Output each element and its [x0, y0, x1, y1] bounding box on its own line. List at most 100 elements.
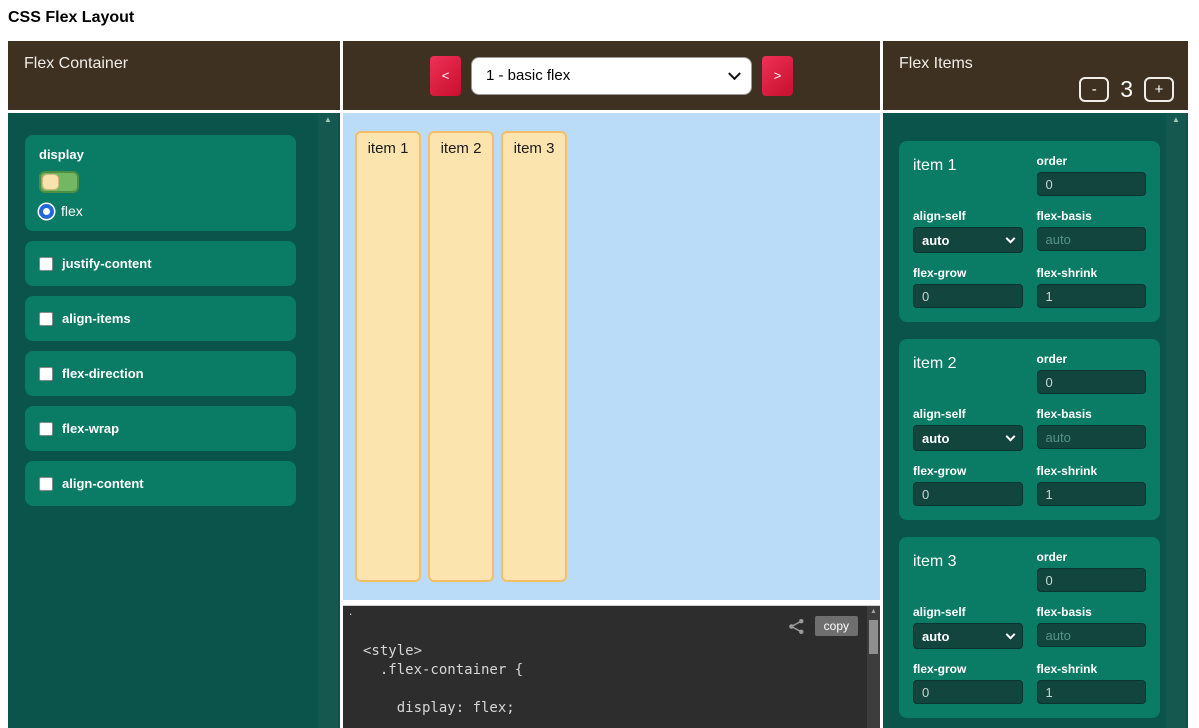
- order-field: order: [1037, 154, 1147, 196]
- flex-radio[interactable]: [39, 204, 54, 219]
- align-self-field: align-self auto: [913, 605, 1023, 649]
- property-checkbox[interactable]: [39, 257, 53, 271]
- code-panel: . copy <style> .flex-container { display…: [343, 605, 880, 728]
- flex-shrink-input[interactable]: [1037, 482, 1147, 506]
- property-label: align-content: [62, 476, 144, 491]
- property-label: flex-direction: [62, 366, 144, 381]
- align-self-label: align-self: [913, 605, 1023, 619]
- flex-items-panel-body: item 1 order align-self auto flex-basis …: [883, 113, 1188, 728]
- order-field: order: [1037, 550, 1147, 592]
- scroll-up-icon[interactable]: ▲: [318, 113, 338, 127]
- align-self-select[interactable]: auto: [913, 227, 1023, 253]
- flex-container-panel-body: display flex justify-content align-items…: [8, 113, 340, 728]
- share-icon[interactable]: [788, 618, 805, 635]
- order-label: order: [1037, 352, 1147, 366]
- flex-container-panel: Flex Container display flex justify-cont…: [8, 41, 340, 728]
- flex-grow-input[interactable]: [913, 680, 1023, 704]
- flex-items-header: Flex Items - 3 +: [883, 41, 1188, 110]
- property-card: flex-wrap: [25, 406, 296, 451]
- flex-basis-input[interactable]: [1037, 227, 1147, 251]
- property-card: align-items: [25, 296, 296, 341]
- flex-grow-input[interactable]: [913, 284, 1023, 308]
- align-self-label: align-self: [913, 407, 1023, 421]
- next-example-button[interactable]: >: [762, 56, 793, 96]
- flex-basis-label: flex-basis: [1037, 407, 1147, 421]
- order-label: order: [1037, 550, 1147, 564]
- code-block: <style> .flex-container { display: flex;: [363, 642, 860, 718]
- flex-shrink-field: flex-shrink: [1037, 662, 1147, 704]
- align-self-select[interactable]: auto: [913, 425, 1023, 451]
- flex-grow-label: flex-grow: [913, 266, 1023, 280]
- right-panel-scrollbar[interactable]: ▲: [1166, 113, 1186, 728]
- flex-shrink-field: flex-shrink: [1037, 464, 1147, 506]
- property-card: justify-content: [25, 241, 296, 286]
- code-scrollbar[interactable]: ▲: [867, 606, 880, 728]
- flex-item-card-title: item 1: [913, 154, 1023, 196]
- code-dot: .: [349, 605, 352, 618]
- scroll-up-icon[interactable]: ▲: [1166, 113, 1186, 127]
- flex-shrink-label: flex-shrink: [1037, 266, 1147, 280]
- order-input[interactable]: [1037, 370, 1147, 394]
- display-toggle-knob: [42, 174, 59, 190]
- property-card: align-content: [25, 461, 296, 506]
- display-toggle[interactable]: [39, 171, 79, 193]
- flex-item-card: item 3 order align-self auto flex-basis …: [899, 537, 1160, 718]
- flex-basis-field: flex-basis: [1037, 407, 1147, 451]
- container-properties: justify-content align-items flex-directi…: [25, 241, 296, 506]
- stage-flex-item: item 3: [501, 131, 567, 582]
- align-self-select[interactable]: auto: [913, 623, 1023, 649]
- flex-grow-label: flex-grow: [913, 464, 1023, 478]
- property-checkbox[interactable]: [39, 477, 53, 491]
- example-select[interactable]: 1 - basic flex: [471, 57, 752, 95]
- left-panel-scrollbar[interactable]: ▲: [318, 113, 338, 728]
- flex-shrink-label: flex-shrink: [1037, 464, 1147, 478]
- align-self-field: align-self auto: [913, 209, 1023, 253]
- flex-shrink-input[interactable]: [1037, 680, 1147, 704]
- flex-radio-label: flex: [61, 203, 83, 219]
- flex-basis-input[interactable]: [1037, 425, 1147, 449]
- flex-basis-input[interactable]: [1037, 623, 1147, 647]
- display-card: display flex: [25, 135, 296, 231]
- property-label: justify-content: [62, 256, 152, 271]
- flex-container-panel-title: Flex Container: [8, 41, 340, 110]
- flex-basis-label: flex-basis: [1037, 209, 1147, 223]
- flex-shrink-input[interactable]: [1037, 284, 1147, 308]
- flex-items-panel-title: Flex Items: [899, 55, 973, 72]
- flex-grow-label: flex-grow: [913, 662, 1023, 676]
- order-input[interactable]: [1037, 172, 1147, 196]
- remove-item-button[interactable]: -: [1079, 77, 1109, 102]
- display-label: display: [39, 147, 282, 162]
- order-label: order: [1037, 154, 1147, 168]
- code-scroll-up-icon[interactable]: ▲: [867, 606, 880, 618]
- flex-grow-field: flex-grow: [913, 464, 1023, 506]
- flex-grow-input[interactable]: [913, 482, 1023, 506]
- code-scroll-thumb[interactable]: [869, 620, 878, 654]
- flex-grow-field: flex-grow: [913, 266, 1023, 308]
- flex-demo-stage: item 1item 2item 3: [343, 113, 880, 600]
- property-checkbox[interactable]: [39, 312, 53, 326]
- order-field: order: [1037, 352, 1147, 394]
- stage-flex-item: item 2: [428, 131, 494, 582]
- flex-items-panel: Flex Items - 3 + item 1 order align-self…: [883, 41, 1188, 728]
- stage-flex-item: item 1: [355, 131, 421, 582]
- flex-item-card: item 1 order align-self auto flex-basis …: [899, 141, 1160, 322]
- property-label: align-items: [62, 311, 131, 326]
- property-checkbox[interactable]: [39, 367, 53, 381]
- align-self-field: align-self auto: [913, 407, 1023, 451]
- flex-shrink-label: flex-shrink: [1037, 662, 1147, 676]
- copy-button[interactable]: copy: [815, 616, 858, 636]
- property-label: flex-wrap: [62, 421, 119, 436]
- property-card: flex-direction: [25, 351, 296, 396]
- order-input[interactable]: [1037, 568, 1147, 592]
- demo-header: < 1 - basic flex >: [343, 41, 880, 110]
- flex-basis-field: flex-basis: [1037, 605, 1147, 649]
- add-item-button[interactable]: +: [1144, 77, 1174, 102]
- flex-item-card-title: item 3: [913, 550, 1023, 592]
- page-title: CSS Flex Layout: [8, 9, 134, 27]
- flex-basis-label: flex-basis: [1037, 605, 1147, 619]
- align-self-label: align-self: [913, 209, 1023, 223]
- flex-item-card-title: item 2: [913, 352, 1023, 394]
- item-count: 3: [1120, 76, 1133, 103]
- property-checkbox[interactable]: [39, 422, 53, 436]
- prev-example-button[interactable]: <: [430, 56, 461, 96]
